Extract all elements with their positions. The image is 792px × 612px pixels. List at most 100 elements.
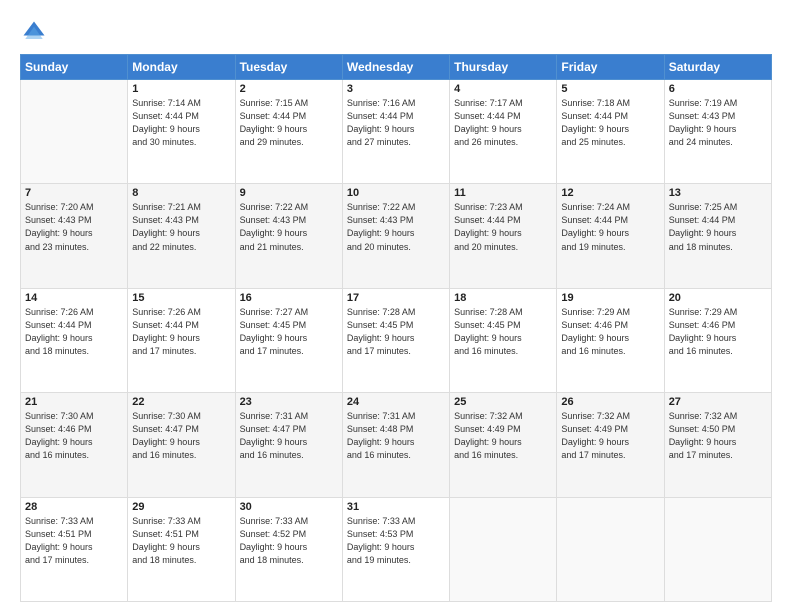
day-number: 7 <box>25 187 123 199</box>
day-info: Sunrise: 7:31 AM Sunset: 4:48 PM Dayligh… <box>347 410 445 462</box>
calendar-cell: 30Sunrise: 7:33 AM Sunset: 4:52 PM Dayli… <box>235 497 342 601</box>
day-number: 11 <box>454 187 552 199</box>
calendar-cell: 20 Sunrise: 7:29 AM Sunset: 4:46 PM Dayli… <box>664 288 771 392</box>
day-number: 12 <box>561 187 659 199</box>
calendar-cell <box>557 497 664 601</box>
calendar-cell: 17 Sunrise: 7:28 AM Sunset: 4:45 PM Dayli… <box>342 288 449 392</box>
day-info: Sunrise: 7:23 AM Sunset: 4:44 PM Dayligh… <box>454 201 552 253</box>
day-number: 15 <box>132 292 230 304</box>
day-info: Sunrise: 7:30 AM Sunset: 4:47 PM Dayligh… <box>132 410 230 462</box>
day-info: Sunrise: 7:25 AM Sunset: 4:44 PM Dayligh… <box>669 201 767 253</box>
calendar-cell: 13 Sunrise: 7:25 AM Sunset: 4:44 PM Dayli… <box>664 184 771 288</box>
calendar-cell: 2 Sunrise: 7:15 AM Sunset: 4:44 PM Daylig… <box>235 80 342 184</box>
day-number: 31 <box>347 501 445 513</box>
calendar-cell <box>450 497 557 601</box>
logo-icon <box>20 18 48 46</box>
day-number: 17 <box>347 292 445 304</box>
day-info: Sunrise: 7:33 AM Sunset: 4:53 PM Dayligh… <box>347 515 445 567</box>
day-info: Sunrise: 7:22 AM Sunset: 4:43 PM Dayligh… <box>347 201 445 253</box>
calendar-cell: 6 Sunrise: 7:19 AM Sunset: 4:43 PM Daylig… <box>664 80 771 184</box>
day-number: 26 <box>561 396 659 408</box>
day-number: 16 <box>240 292 338 304</box>
day-info: Sunrise: 7:26 AM Sunset: 4:44 PM Dayligh… <box>25 306 123 358</box>
day-number: 23 <box>240 396 338 408</box>
weekday-wednesday: Wednesday <box>342 55 449 80</box>
day-number: 20 <box>669 292 767 304</box>
calendar-cell: 26 Sunrise: 7:32 AM Sunset: 4:49 PM Dayli… <box>557 393 664 497</box>
day-number: 29 <box>132 501 230 513</box>
calendar-cell: 7 Sunrise: 7:20 AM Sunset: 4:43 PM Daylig… <box>21 184 128 288</box>
day-info: Sunrise: 7:16 AM Sunset: 4:44 PM Dayligh… <box>347 97 445 149</box>
weekday-sunday: Sunday <box>21 55 128 80</box>
week-row-4: 21 Sunrise: 7:30 AM Sunset: 4:46 PM Dayli… <box>21 393 772 497</box>
calendar-cell: 15 Sunrise: 7:26 AM Sunset: 4:44 PM Dayli… <box>128 288 235 392</box>
weekday-friday: Friday <box>557 55 664 80</box>
calendar-cell: 11 Sunrise: 7:23 AM Sunset: 4:44 PM Dayli… <box>450 184 557 288</box>
calendar-cell: 24 Sunrise: 7:31 AM Sunset: 4:48 PM Dayli… <box>342 393 449 497</box>
weekday-tuesday: Tuesday <box>235 55 342 80</box>
calendar-cell: 19 Sunrise: 7:29 AM Sunset: 4:46 PM Dayli… <box>557 288 664 392</box>
calendar-cell: 27Sunrise: 7:32 AM Sunset: 4:50 PM Dayli… <box>664 393 771 497</box>
calendar-table: SundayMondayTuesdayWednesdayThursdayFrid… <box>20 54 772 602</box>
day-number: 21 <box>25 396 123 408</box>
calendar-cell: 18 Sunrise: 7:28 AM Sunset: 4:45 PM Dayli… <box>450 288 557 392</box>
day-info: Sunrise: 7:31 AM Sunset: 4:47 PM Dayligh… <box>240 410 338 462</box>
day-number: 8 <box>132 187 230 199</box>
calendar-cell: 14Sunrise: 7:26 AM Sunset: 4:44 PM Dayli… <box>21 288 128 392</box>
day-info: Sunrise: 7:28 AM Sunset: 4:45 PM Dayligh… <box>454 306 552 358</box>
weekday-saturday: Saturday <box>664 55 771 80</box>
calendar-cell: 3 Sunrise: 7:16 AM Sunset: 4:44 PM Daylig… <box>342 80 449 184</box>
day-info: Sunrise: 7:29 AM Sunset: 4:46 PM Dayligh… <box>669 306 767 358</box>
day-info: Sunrise: 7:29 AM Sunset: 4:46 PM Dayligh… <box>561 306 659 358</box>
day-info: Sunrise: 7:21 AM Sunset: 4:43 PM Dayligh… <box>132 201 230 253</box>
day-number: 28 <box>25 501 123 513</box>
day-number: 24 <box>347 396 445 408</box>
day-info: Sunrise: 7:32 AM Sunset: 4:49 PM Dayligh… <box>561 410 659 462</box>
day-number: 27 <box>669 396 767 408</box>
calendar-cell: 23 Sunrise: 7:31 AM Sunset: 4:47 PM Dayli… <box>235 393 342 497</box>
week-row-3: 14Sunrise: 7:26 AM Sunset: 4:44 PM Dayli… <box>21 288 772 392</box>
weekday-monday: Monday <box>128 55 235 80</box>
day-number: 1 <box>132 83 230 95</box>
week-row-5: 28 Sunrise: 7:33 AM Sunset: 4:51 PM Dayli… <box>21 497 772 601</box>
day-info: Sunrise: 7:33 AM Sunset: 4:51 PM Dayligh… <box>25 515 123 567</box>
day-info: Sunrise: 7:27 AM Sunset: 4:45 PM Dayligh… <box>240 306 338 358</box>
day-info: Sunrise: 7:28 AM Sunset: 4:45 PM Dayligh… <box>347 306 445 358</box>
day-info: Sunrise: 7:17 AM Sunset: 4:44 PM Dayligh… <box>454 97 552 149</box>
day-number: 9 <box>240 187 338 199</box>
day-info: Sunrise: 7:26 AM Sunset: 4:44 PM Dayligh… <box>132 306 230 358</box>
calendar-cell: 25Sunrise: 7:32 AM Sunset: 4:49 PM Dayli… <box>450 393 557 497</box>
day-number: 13 <box>669 187 767 199</box>
day-number: 6 <box>669 83 767 95</box>
page: SundayMondayTuesdayWednesdayThursdayFrid… <box>0 0 792 612</box>
week-row-1: 1 Sunrise: 7:14 AM Sunset: 4:44 PM Daylig… <box>21 80 772 184</box>
day-number: 30 <box>240 501 338 513</box>
day-info: Sunrise: 7:14 AM Sunset: 4:44 PM Dayligh… <box>132 97 230 149</box>
calendar-cell: 4 Sunrise: 7:17 AM Sunset: 4:44 PM Daylig… <box>450 80 557 184</box>
calendar-cell <box>664 497 771 601</box>
day-number: 18 <box>454 292 552 304</box>
day-info: Sunrise: 7:20 AM Sunset: 4:43 PM Dayligh… <box>25 201 123 253</box>
calendar-cell: 12 Sunrise: 7:24 AM Sunset: 4:44 PM Dayli… <box>557 184 664 288</box>
day-info: Sunrise: 7:15 AM Sunset: 4:44 PM Dayligh… <box>240 97 338 149</box>
calendar-cell: 16 Sunrise: 7:27 AM Sunset: 4:45 PM Dayli… <box>235 288 342 392</box>
day-number: 19 <box>561 292 659 304</box>
weekday-header-row: SundayMondayTuesdayWednesdayThursdayFrid… <box>21 55 772 80</box>
calendar-cell: 21 Sunrise: 7:30 AM Sunset: 4:46 PM Dayli… <box>21 393 128 497</box>
calendar-cell: 9Sunrise: 7:22 AM Sunset: 4:43 PM Daylig… <box>235 184 342 288</box>
day-info: Sunrise: 7:19 AM Sunset: 4:43 PM Dayligh… <box>669 97 767 149</box>
day-info: Sunrise: 7:18 AM Sunset: 4:44 PM Dayligh… <box>561 97 659 149</box>
day-number: 2 <box>240 83 338 95</box>
day-number: 22 <box>132 396 230 408</box>
day-number: 3 <box>347 83 445 95</box>
calendar-cell: 10Sunrise: 7:22 AM Sunset: 4:43 PM Dayli… <box>342 184 449 288</box>
day-info: Sunrise: 7:30 AM Sunset: 4:46 PM Dayligh… <box>25 410 123 462</box>
day-info: Sunrise: 7:24 AM Sunset: 4:44 PM Dayligh… <box>561 201 659 253</box>
week-row-2: 7 Sunrise: 7:20 AM Sunset: 4:43 PM Daylig… <box>21 184 772 288</box>
day-info: Sunrise: 7:32 AM Sunset: 4:49 PM Dayligh… <box>454 410 552 462</box>
calendar-cell: 1 Sunrise: 7:14 AM Sunset: 4:44 PM Daylig… <box>128 80 235 184</box>
calendar-cell: 8 Sunrise: 7:21 AM Sunset: 4:43 PM Daylig… <box>128 184 235 288</box>
day-number: 4 <box>454 83 552 95</box>
day-number: 5 <box>561 83 659 95</box>
logo <box>20 18 52 46</box>
